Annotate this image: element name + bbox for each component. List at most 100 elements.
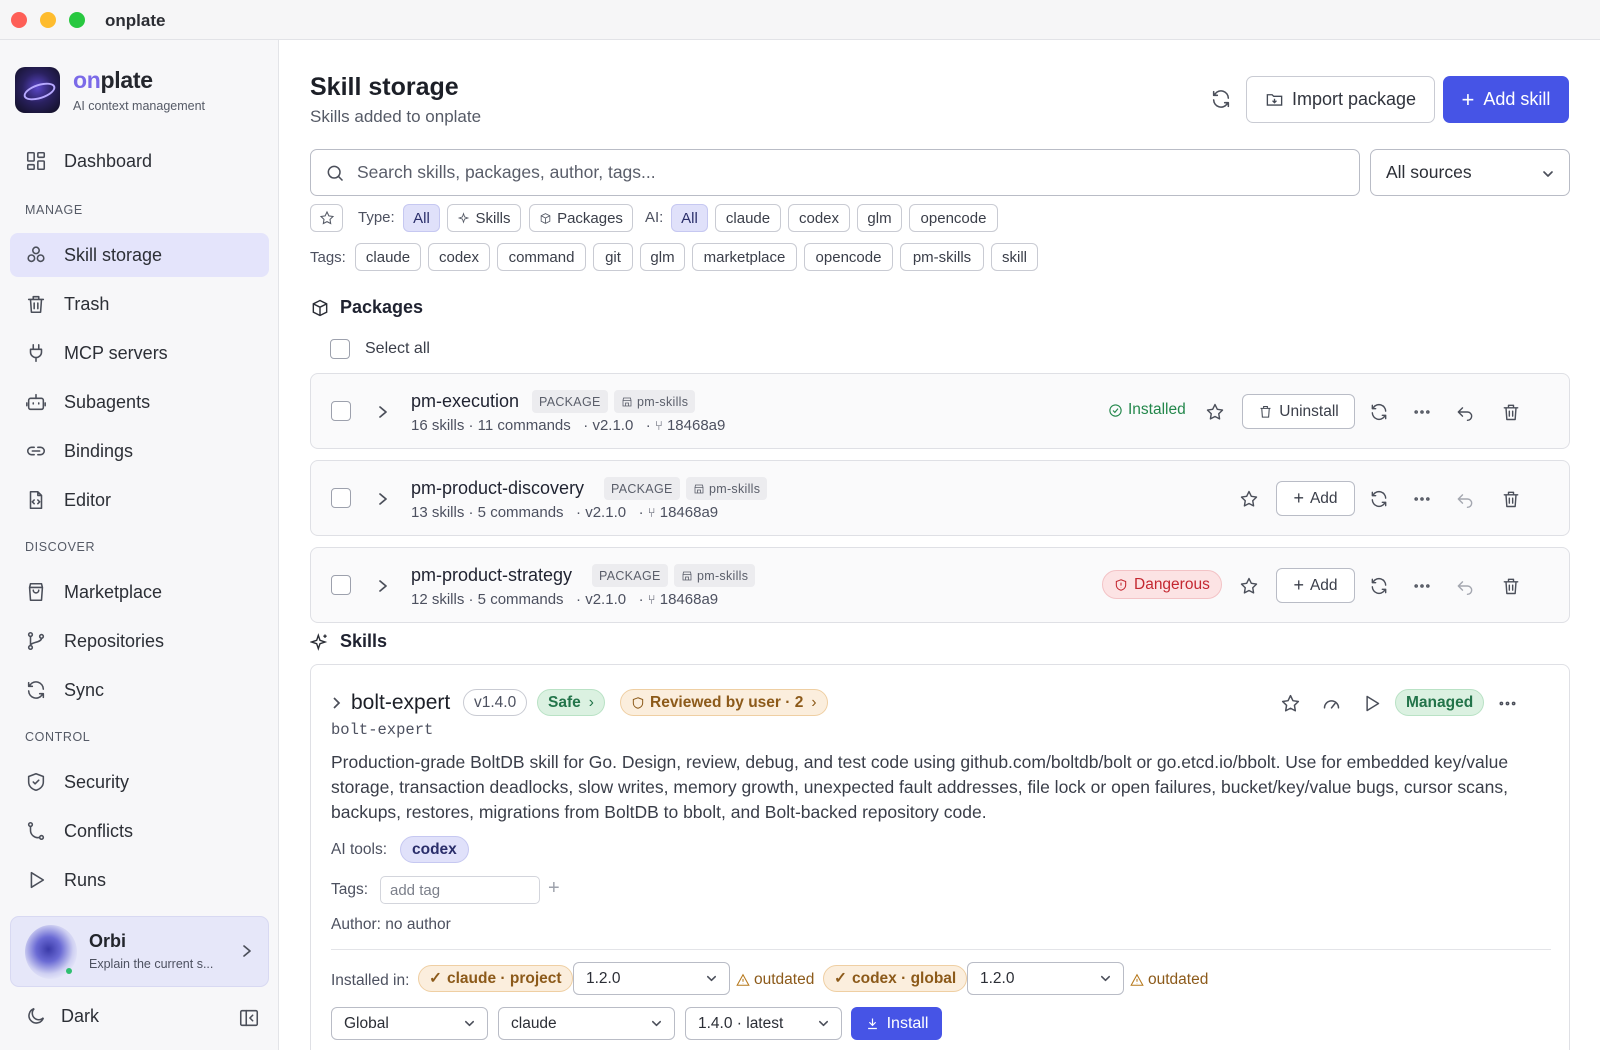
more-icon[interactable] bbox=[1497, 693, 1518, 714]
add-package-button[interactable]: + Add bbox=[1276, 568, 1355, 603]
tag-filter-marketplace[interactable]: marketplace bbox=[692, 243, 797, 271]
add-package-button[interactable]: + Add bbox=[1276, 481, 1355, 516]
store-icon bbox=[694, 484, 704, 493]
package-row: pm-execution PACKAGE pm-skills 16 skills… bbox=[310, 373, 1570, 449]
sidebar-item-label: Bindings bbox=[64, 440, 134, 461]
tag-filter-git[interactable]: git bbox=[593, 243, 633, 271]
package-row: pm-product-discovery PACKAGE pm-skills 1… bbox=[310, 460, 1570, 536]
tag-filter-command[interactable]: command bbox=[497, 243, 586, 271]
trash-icon bbox=[25, 293, 47, 315]
type-filter-all[interactable]: All bbox=[403, 204, 440, 232]
trash-icon[interactable] bbox=[1501, 489, 1521, 509]
close-window-button[interactable] bbox=[11, 12, 27, 28]
tag-filter-opencode[interactable]: opencode bbox=[804, 243, 893, 271]
star-icon[interactable] bbox=[1280, 693, 1301, 714]
ai-filter-label: AI: bbox=[645, 209, 664, 226]
brand-subtitle: AI context management bbox=[73, 99, 206, 113]
sources-select[interactable]: All sources bbox=[1370, 149, 1570, 196]
add-tag-input[interactable] bbox=[380, 876, 540, 904]
sidebar-item-mcp-servers[interactable]: MCP servers bbox=[10, 331, 269, 375]
sidebar-item-dashboard[interactable]: Dashboard bbox=[10, 139, 269, 183]
chevron-right-icon[interactable] bbox=[331, 695, 343, 711]
review-badge[interactable]: Reviewed by user · 2 › bbox=[620, 689, 828, 716]
sidebar-item-conflicts[interactable]: Conflicts bbox=[10, 809, 269, 853]
installed-version-select[interactable]: 1.2.0 bbox=[573, 962, 730, 995]
refresh-icon[interactable] bbox=[1210, 88, 1232, 110]
refresh-icon[interactable] bbox=[1369, 402, 1389, 422]
warning-icon bbox=[1130, 973, 1144, 986]
gauge-icon[interactable] bbox=[1321, 693, 1342, 714]
import-package-button[interactable]: Import package bbox=[1246, 76, 1435, 123]
refresh-icon[interactable] bbox=[1369, 489, 1389, 509]
search-icon bbox=[327, 165, 344, 181]
sidebar-item-marketplace[interactable]: Marketplace bbox=[10, 570, 269, 614]
star-icon[interactable] bbox=[1205, 402, 1225, 422]
maximize-window-button[interactable] bbox=[69, 12, 85, 28]
divider bbox=[331, 949, 1551, 950]
favorites-filter[interactable] bbox=[310, 204, 343, 232]
ai-filter-opencode[interactable]: opencode bbox=[909, 204, 998, 232]
tag-filter-skill[interactable]: skill bbox=[991, 243, 1038, 271]
sidebar-item-editor[interactable]: Editor bbox=[10, 478, 269, 522]
sidebar-item-trash[interactable]: Trash bbox=[10, 282, 269, 326]
ai-filter-glm[interactable]: glm bbox=[857, 204, 902, 232]
more-icon[interactable] bbox=[1412, 402, 1432, 422]
sidebar-item-runs[interactable]: Runs bbox=[10, 858, 269, 902]
installed-version-select[interactable]: 1.2.0 bbox=[967, 962, 1124, 995]
safety-badge[interactable]: Safe › bbox=[537, 689, 605, 716]
sidebar-item-label: MCP servers bbox=[64, 342, 168, 363]
assistant-card[interactable]: Orbi Explain the current s... bbox=[10, 916, 269, 987]
ai-tool-chip[interactable]: codex bbox=[400, 836, 469, 863]
tag-filter-glm[interactable]: glm bbox=[640, 243, 685, 271]
chevron-down-icon bbox=[463, 1017, 476, 1030]
install-version-select[interactable]: 1.4.0 · latest bbox=[685, 1007, 842, 1040]
install-scope-select[interactable]: Global bbox=[331, 1007, 488, 1040]
chevron-down-icon bbox=[705, 972, 718, 985]
ai-filter-claude[interactable]: claude bbox=[715, 204, 781, 232]
sidebar-item-subagents[interactable]: Subagents bbox=[10, 380, 269, 424]
sidebar-item-sync[interactable]: Sync bbox=[10, 668, 269, 712]
chevron-right-icon[interactable] bbox=[376, 403, 390, 421]
play-icon[interactable] bbox=[1361, 693, 1382, 714]
search-input[interactable] bbox=[357, 162, 1337, 183]
uninstall-button[interactable]: Uninstall bbox=[1242, 394, 1355, 429]
star-icon[interactable] bbox=[1239, 576, 1259, 596]
undo-icon bbox=[1455, 576, 1475, 596]
ai-filter-codex[interactable]: codex bbox=[788, 204, 850, 232]
more-icon[interactable] bbox=[1412, 576, 1432, 596]
ai-filter-all[interactable]: All bbox=[671, 204, 708, 232]
add-tag-plus-icon[interactable]: + bbox=[548, 877, 560, 900]
install-button[interactable]: Install bbox=[851, 1007, 942, 1040]
plus-icon: + bbox=[1461, 86, 1475, 112]
tag-filter-claude[interactable]: claude bbox=[355, 243, 421, 271]
sidebar-collapse-icon[interactable] bbox=[238, 1007, 260, 1029]
theme-toggle[interactable]: Dark bbox=[25, 1005, 99, 1027]
danger-status-badge[interactable]: Dangerous bbox=[1102, 570, 1222, 599]
select-all-checkbox[interactable] bbox=[330, 339, 350, 359]
trash-icon[interactable] bbox=[1501, 402, 1521, 422]
chevron-right-icon[interactable] bbox=[376, 490, 390, 508]
refresh-icon[interactable] bbox=[1369, 576, 1389, 596]
chevron-right-icon[interactable] bbox=[376, 577, 390, 595]
tag-filter-codex[interactable]: codex bbox=[428, 243, 490, 271]
sidebar-item-bindings[interactable]: Bindings bbox=[10, 429, 269, 473]
minimize-window-button[interactable] bbox=[40, 12, 56, 28]
sidebar-item-skill-storage[interactable]: Skill storage bbox=[10, 233, 269, 277]
package-kind-badge: PACKAGE bbox=[532, 390, 608, 413]
tag-filter-pm-skills[interactable]: pm-skills bbox=[900, 243, 984, 271]
package-checkbox[interactable] bbox=[331, 488, 351, 508]
type-filter-skills[interactable]: Skills bbox=[447, 204, 521, 232]
star-icon[interactable] bbox=[1239, 489, 1259, 509]
trash-icon[interactable] bbox=[1501, 576, 1521, 596]
type-filter-packages[interactable]: Packages bbox=[529, 204, 633, 232]
more-icon[interactable] bbox=[1412, 489, 1432, 509]
install-tool-select[interactable]: claude bbox=[498, 1007, 675, 1040]
author-text: Author: no author bbox=[331, 916, 451, 933]
sidebar-item-repositories[interactable]: Repositories bbox=[10, 619, 269, 663]
package-checkbox[interactable] bbox=[331, 575, 351, 595]
package-checkbox[interactable] bbox=[331, 401, 351, 421]
add-skill-button[interactable]: + Add skill bbox=[1443, 76, 1569, 123]
package-name: pm-execution bbox=[411, 391, 520, 411]
undo-icon[interactable] bbox=[1455, 402, 1475, 422]
sidebar-item-security[interactable]: Security bbox=[10, 760, 269, 804]
